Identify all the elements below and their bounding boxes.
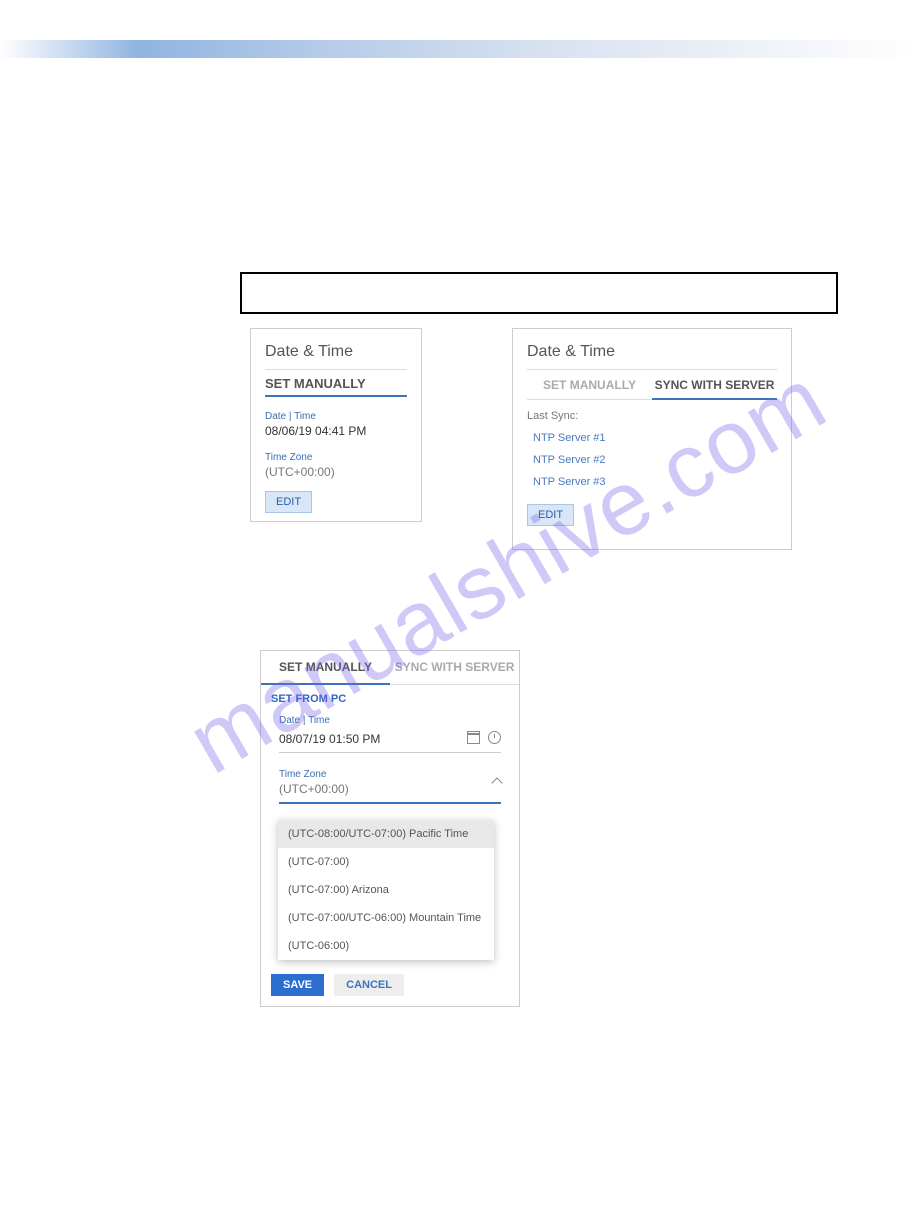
edit-button[interactable]: EDIT [527, 504, 574, 526]
time-zone-dropdown[interactable]: (UTC-08:00/UTC-07:00) Pacific Time (UTC-… [278, 820, 494, 960]
date-time-value[interactable]: 08/07/19 01:50 PM [279, 732, 467, 746]
time-zone-select[interactable]: Time Zone (UTC+00:00) [279, 769, 501, 804]
set-from-pc-link[interactable]: SET FROM PC [261, 685, 519, 709]
time-zone-label: Time Zone [279, 769, 501, 780]
save-button[interactable]: SAVE [271, 974, 324, 996]
dropdown-option[interactable]: (UTC-08:00/UTC-07:00) Pacific Time [278, 820, 494, 848]
tab-set-manually[interactable]: SET MANUALLY [527, 370, 652, 400]
last-sync-label: Last Sync: [527, 410, 777, 422]
tab-sync-with-server[interactable]: SYNC WITH SERVER [390, 651, 519, 685]
date-time-label: Date | Time [265, 411, 407, 422]
time-zone-value: (UTC+00:00) [279, 782, 501, 796]
cancel-button[interactable]: CANCEL [334, 974, 404, 996]
dropdown-option[interactable]: (UTC-07:00) Arizona [278, 876, 494, 904]
dropdown-option[interactable]: (UTC-06:00) [278, 932, 494, 960]
tab-set-manually[interactable]: SET MANUALLY [261, 651, 390, 685]
tab-set-manually[interactable]: SET MANUALLY [265, 369, 407, 397]
edit-button[interactable]: EDIT [265, 491, 312, 513]
date-time-panel-sync: Date & Time SET MANUALLY SYNC WITH SERVE… [512, 328, 792, 550]
ntp-server-2[interactable]: NTP Server #2 [533, 454, 777, 466]
ntp-server-3[interactable]: NTP Server #3 [533, 476, 777, 488]
date-time-value: 08/06/19 04:41 PM [265, 424, 407, 438]
dropdown-option[interactable]: (UTC-07:00/UTC-06:00) Mountain Time [278, 904, 494, 932]
time-zone-value: (UTC+00:00) [265, 465, 407, 479]
panel-title: Date & Time [265, 343, 407, 361]
header-gradient [0, 40, 918, 58]
date-time-panel-manual: Date & Time SET MANUALLY Date | Time 08/… [250, 328, 422, 522]
dropdown-option[interactable]: (UTC-07:00) [278, 848, 494, 876]
panel-title: Date & Time [527, 343, 777, 361]
tab-sync-with-server[interactable]: SYNC WITH SERVER [652, 370, 777, 400]
time-zone-label: Time Zone [265, 452, 407, 463]
ntp-server-1[interactable]: NTP Server #1 [533, 432, 777, 444]
calendar-icon[interactable] [467, 731, 480, 744]
empty-box [240, 272, 838, 314]
date-time-label: Date | Time [279, 715, 501, 726]
clock-icon[interactable] [488, 731, 501, 744]
